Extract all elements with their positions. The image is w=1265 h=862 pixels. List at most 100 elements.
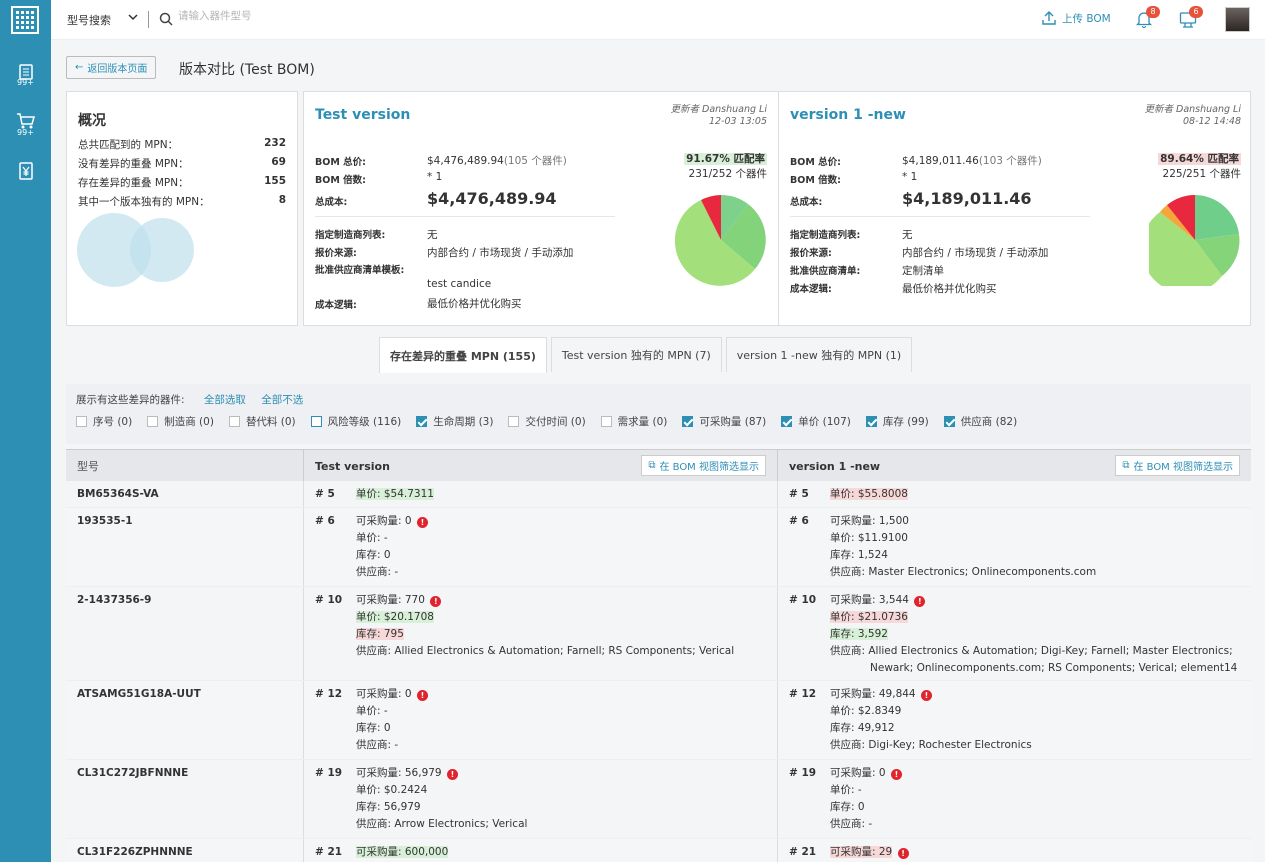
match-count: 231/252 个器件 xyxy=(688,168,767,180)
top-bar: 型号搜索 上传 BOM 8 6 xyxy=(51,0,1265,40)
table-row[interactable]: CL31F226ZPHNNNE # 21 可采购量: 600,000 # 21 … xyxy=(66,839,1251,862)
filter-in-bom-button[interactable]: ⧉ 在 BOM 视图筛选显示 xyxy=(1115,455,1240,476)
checkbox-box[interactable] xyxy=(76,416,87,427)
checkbox-box[interactable] xyxy=(682,416,694,427)
detail-list: 可采购量: 3,544 ! 单价: $21.0736 库存: 3,592 供应商… xyxy=(830,592,1243,677)
select-none-link[interactable]: 全部不选 xyxy=(261,394,303,406)
multiplier-value: * 1 xyxy=(427,171,443,183)
tab-version-a-unique[interactable]: Test version 独有的 MPN (7) xyxy=(550,337,722,372)
filter-checkbox[interactable]: 单价 (107) xyxy=(781,414,851,429)
filter-checkbox[interactable]: 生命周期 (3) xyxy=(416,414,493,429)
filter-checkbox[interactable]: 序号 (0) xyxy=(76,414,132,429)
rail-item-quote[interactable] xyxy=(0,162,51,180)
messages-button[interactable]: 6 xyxy=(1179,6,1203,31)
mpn-cell: CL31F226ZPHNNNE xyxy=(77,846,193,858)
checkbox-box[interactable] xyxy=(228,416,240,427)
summary-label: 总共匹配到的 MPN： xyxy=(78,139,179,151)
filter-checkbox[interactable]: 可采购量 (87) xyxy=(682,414,766,429)
checkbox-box[interactable] xyxy=(943,416,955,427)
vendor-label: 批准供应商清单: xyxy=(790,266,861,277)
version-b-cell: # 5 单价: $55.8008 xyxy=(777,481,1251,507)
quote-source-label: 报价来源: xyxy=(315,248,357,259)
detail-text: 可采购量: 0 xyxy=(356,688,412,700)
summary-label: 存在差异的重叠 MPN： xyxy=(78,177,189,189)
tab-version-b-unique[interactable]: version 1 -new 独有的 MPN (1) xyxy=(725,337,913,372)
detail-list: 可采购量: 0 ! 单价: - 库存: 0 供应商: - xyxy=(830,765,1243,833)
filter-checkbox[interactable]: 供应商 (82) xyxy=(943,414,1017,429)
filter-checkbox[interactable]: 制造商 (0) xyxy=(147,414,214,429)
checkbox-label: 可采购量 (87) xyxy=(699,416,767,428)
checkbox-box[interactable] xyxy=(147,416,159,427)
detail-line: 可采购量: 56,979 ! xyxy=(356,765,769,782)
filter-in-bom-button[interactable]: ⧉ 在 BOM 视图筛选显示 xyxy=(641,455,766,476)
multiplier-label: BOM 倍数: xyxy=(790,175,841,186)
table-row[interactable]: ATSAMG51G18A-UUT # 12 可采购量: 0 ! 单价: - 库存… xyxy=(66,681,1251,760)
detail-line: 单价: $21.0736 xyxy=(830,609,1243,626)
checkbox-box[interactable] xyxy=(310,416,322,427)
table-row[interactable]: BM65364S-VA # 5 单价: $54.7311 # 5 单价: $55… xyxy=(66,481,1251,508)
detail-line: 单价: $20.1708 xyxy=(356,609,769,626)
filter-checkbox[interactable]: 交付时间 (0) xyxy=(508,414,586,429)
detail-line: 单价: $0.2424 xyxy=(356,784,428,796)
checkbox-box[interactable] xyxy=(865,416,877,427)
detail-list: 可采购量: 600,000 xyxy=(356,844,769,861)
search-type-dropdown[interactable]: 型号搜索 xyxy=(67,12,138,28)
version-a-cell: # 5 单价: $54.7311 xyxy=(303,481,777,507)
detail-list: 可采购量: 1,500 单价: $11.9100 库存: 1,524 供应商: … xyxy=(830,513,1243,581)
divider xyxy=(148,11,149,28)
checkbox-label: 制造商 (0) xyxy=(164,416,214,428)
checkbox-box[interactable] xyxy=(600,416,612,427)
detail-line: 供应商: Digi-Key; Rochester Electronics xyxy=(830,739,1032,751)
filter-checkbox[interactable]: 库存 (99) xyxy=(865,414,929,429)
rail-documents-count: 99+ xyxy=(17,78,34,87)
detail-line: 可采购量: 49,844 ! xyxy=(830,686,1243,703)
checkbox-box[interactable] xyxy=(781,416,793,427)
updater-info: 更新者 Danshuang Li 08-12 14:48 xyxy=(1145,104,1242,128)
rail-item-documents[interactable]: 99+ xyxy=(0,64,51,87)
upload-bom-button[interactable]: 上传 BOM xyxy=(1041,10,1111,26)
updater: 更新者 Danshuang Li xyxy=(670,104,768,115)
detail-line: 单价: $11.9100 xyxy=(830,532,908,544)
detail-line: 可采购量: 3,544 ! xyxy=(830,592,1243,609)
vendor-value: test candice xyxy=(427,278,492,290)
checkbox-label: 单价 (107) xyxy=(798,416,851,428)
table-row[interactable]: 2-1437356-9 # 10 可采购量: 770 ! 单价: $20.170… xyxy=(66,587,1251,681)
tab-overlap-diff[interactable]: 存在差异的重叠 MPN (155) xyxy=(379,337,547,373)
table-row[interactable]: 193535-1 # 6 可采购量: 0 ! 单价: - 库存: 0 供应商: … xyxy=(66,508,1251,587)
version-a-cell: # 21 可采购量: 600,000 xyxy=(303,839,777,862)
venn-diagram xyxy=(77,213,194,287)
detail-line: 供应商: - xyxy=(356,739,399,751)
summary-label: 其中一个版本独有的 MPN： xyxy=(78,196,210,208)
rail-item-cart[interactable]: 99+ xyxy=(0,112,51,137)
external-link-icon: ⧉ xyxy=(1122,460,1130,471)
version-a-cell: # 10 可采购量: 770 ! 单价: $20.1708 库存: 795 供应… xyxy=(303,587,777,680)
filter-checkbox[interactable]: 替代料 (0) xyxy=(228,414,296,429)
checkbox-label: 风险等级 (116) xyxy=(327,416,402,428)
filter-checkbox[interactable]: 风险等级 (116) xyxy=(310,414,402,429)
version-b-panel: version 1 -new 更新者 Danshuang Li 08-12 14:… xyxy=(778,92,1252,325)
upload-bom-label: 上传 BOM xyxy=(1062,12,1111,25)
filter-checkbox[interactable]: 需求量 (0) xyxy=(600,414,667,429)
rail-cart-count: 99+ xyxy=(17,128,34,137)
cost-logic-label: 成本逻辑: xyxy=(790,284,832,295)
detail-line: 单价: - xyxy=(830,784,862,796)
search-input[interactable] xyxy=(178,10,378,22)
match-percent: 91.67% 匹配率 xyxy=(684,153,767,165)
app-logo-icon[interactable] xyxy=(11,6,39,34)
warning-icon: ! xyxy=(430,596,442,607)
detail-line: 供应商: Arrow Electronics; Verical xyxy=(356,818,528,830)
page-title: 版本对比 (Test BOM) xyxy=(179,62,315,78)
detail-line: 单价: - xyxy=(356,532,388,544)
line-number: # 21 xyxy=(789,846,817,858)
checkbox-box[interactable] xyxy=(416,416,428,427)
cost-logic-value: 最低价格并优化购买 xyxy=(427,298,522,310)
detail-text: 可采购量: 3,544 xyxy=(830,594,909,606)
version-b-cell: # 19 可采购量: 0 ! 单价: - 库存: 0 供应商: - xyxy=(777,760,1251,838)
select-all-link[interactable]: 全部选取 xyxy=(204,394,246,406)
table-row[interactable]: CL31C272JBFNNNE # 19 可采购量: 56,979 ! 单价: … xyxy=(66,760,1251,839)
back-button[interactable]: ← 返回版本页面 xyxy=(66,56,157,79)
avatar[interactable] xyxy=(1225,7,1250,32)
checkbox-box[interactable] xyxy=(508,416,520,427)
notifications-button[interactable]: 8 xyxy=(1135,6,1160,31)
line-number: # 12 xyxy=(315,688,343,700)
